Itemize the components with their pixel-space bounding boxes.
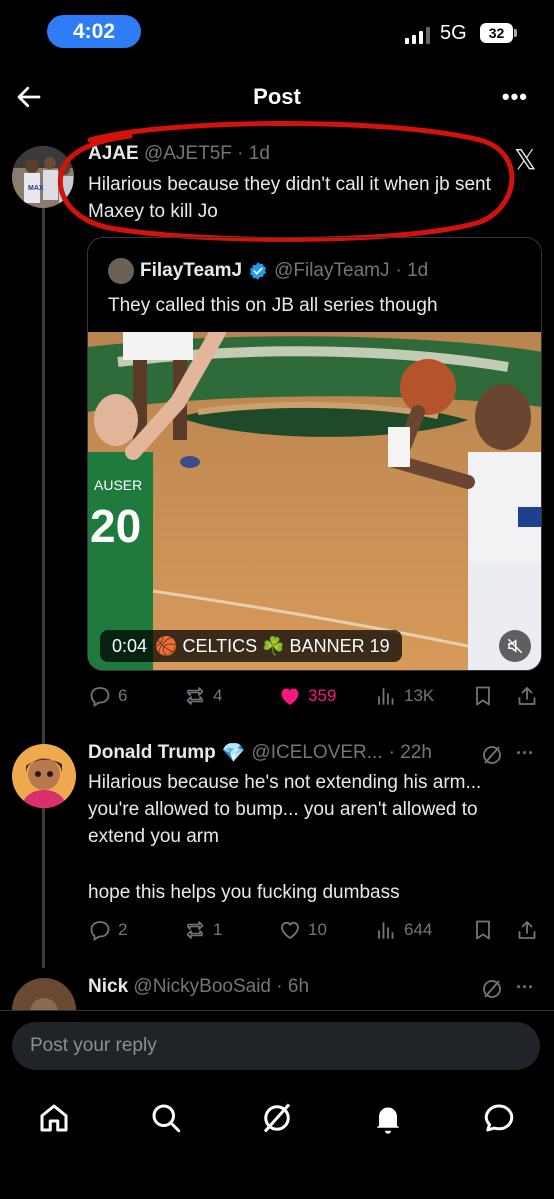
views-button[interactable]: 13K: [374, 681, 434, 711]
reply-text: Hilarious because he's not extending his…: [88, 772, 482, 847]
network-label: 5G: [440, 22, 467, 44]
home-indicator: [0, 1160, 554, 1199]
post-time: · 6h: [276, 976, 310, 997]
video-caption: 🏀 CELTICS ☘️ BANNER 19: [155, 635, 390, 656]
search-icon[interactable]: [148, 1100, 184, 1136]
like-button[interactable]: 359: [278, 681, 336, 711]
author-name[interactable]: Nick: [88, 976, 128, 997]
like-icon: [281, 688, 299, 705]
views-icon: [378, 688, 394, 705]
views-count: 13K: [404, 686, 435, 705]
like-count: 359: [308, 686, 337, 705]
quote-text: They called this on JB all series though: [108, 295, 438, 316]
bell-icon[interactable]: [370, 1100, 406, 1136]
video-badge: 0:04 🏀 CELTICS ☘️ BANNER 19: [100, 630, 402, 662]
status-bar: 4:02 5G 32: [0, 0, 554, 70]
repost-count: 4: [213, 686, 223, 705]
bottom-nav: [0, 1082, 554, 1152]
signal-icon: [405, 26, 430, 44]
reply-button[interactable]: 2: [88, 915, 127, 945]
like-icon: [281, 921, 299, 940]
share-icon[interactable]: [515, 684, 539, 708]
repost-button[interactable]: 4: [183, 681, 222, 711]
repost-count: 1: [213, 920, 223, 939]
messages-icon[interactable]: [481, 1100, 517, 1136]
svg-text:20: 20: [90, 500, 141, 552]
repost-button[interactable]: 1: [183, 915, 222, 945]
reply-icon: [90, 687, 110, 708]
post-time: · 1d: [237, 143, 270, 164]
post-time: · 22h: [388, 742, 432, 763]
reply-composer: [0, 1010, 554, 1080]
quote-avatar[interactable]: [108, 258, 134, 284]
views-count: 644: [404, 920, 433, 939]
views-button[interactable]: 644: [374, 915, 432, 945]
status-time: 4:02: [47, 15, 141, 48]
reply-header: Donald Trump 💎 @ICELOVER... · 22h: [88, 741, 432, 765]
author-handle[interactable]: @NickyBooSaid: [133, 976, 271, 997]
reply-count: 6: [118, 686, 128, 705]
author-handle[interactable]: @AJET5F: [144, 143, 232, 164]
diamond-badge: 💎: [221, 743, 246, 764]
quoted-post[interactable]: FilayTeamJ @FilayTeamJ · 1d They called …: [87, 237, 542, 671]
post-actions: 6 4 359 13K: [88, 681, 543, 711]
avatar[interactable]: [12, 744, 76, 808]
video-timestamp: 0:04: [112, 635, 148, 656]
quote-time: · 1d: [395, 260, 429, 281]
quote-header: FilayTeamJ @FilayTeamJ · 1d: [108, 258, 428, 284]
reply-count: 2: [118, 920, 128, 939]
reply-input[interactable]: [12, 1022, 540, 1070]
reply-text-2: hope this helps you fucking dumbass: [88, 882, 400, 903]
home-icon[interactable]: [36, 1100, 72, 1136]
svg-text:AUSER: AUSER: [94, 477, 142, 493]
avatar[interactable]: MAX: [12, 146, 74, 208]
views-icon: [378, 922, 394, 939]
quote-author-handle[interactable]: @FilayTeamJ: [274, 260, 389, 282]
post-text: Hilarious because they didn't call it wh…: [88, 174, 491, 222]
like-button[interactable]: 10: [278, 915, 327, 945]
grok-icon[interactable]: [480, 743, 504, 767]
bookmark-icon[interactable]: [471, 918, 495, 942]
verified-icon: [250, 262, 267, 280]
thread-line: [42, 208, 45, 968]
battery-icon: 32: [480, 23, 517, 43]
share-icon[interactable]: [515, 918, 539, 942]
video-frame: AUSER 20: [88, 332, 541, 670]
grok-icon[interactable]: [259, 1100, 295, 1136]
page-title: Post: [253, 84, 301, 109]
more-icon[interactable]: ···: [516, 977, 534, 998]
author-name[interactable]: AJAE: [88, 143, 139, 164]
svg-text:MAX: MAX: [28, 185, 44, 192]
repost-icon: [186, 921, 204, 939]
post-header: AJAE @AJET5F · 1d: [88, 143, 270, 165]
quote-author-name[interactable]: FilayTeamJ: [140, 260, 242, 282]
bookmark-icon[interactable]: [471, 684, 495, 708]
author-name[interactable]: Donald Trump: [88, 742, 216, 764]
grok-icon[interactable]: [480, 977, 504, 1001]
reply-button[interactable]: 6: [88, 681, 127, 711]
like-count: 10: [308, 920, 327, 939]
repost-icon: [186, 687, 204, 705]
more-icon[interactable]: •••: [502, 84, 528, 110]
reply-header: Nick @NickyBooSaid · 6h: [88, 976, 309, 998]
reply-icon: [90, 921, 110, 942]
author-handle[interactable]: @ICELOVER...: [251, 742, 382, 764]
reply-actions: 2 1 10 644: [88, 915, 543, 945]
more-icon[interactable]: ···: [516, 743, 534, 764]
mute-icon[interactable]: [499, 630, 531, 662]
video-player[interactable]: AUSER 20 0:04 🏀 CELTICS ☘️ BANNER 19: [88, 332, 541, 670]
top-bar: Post •••: [0, 72, 554, 124]
